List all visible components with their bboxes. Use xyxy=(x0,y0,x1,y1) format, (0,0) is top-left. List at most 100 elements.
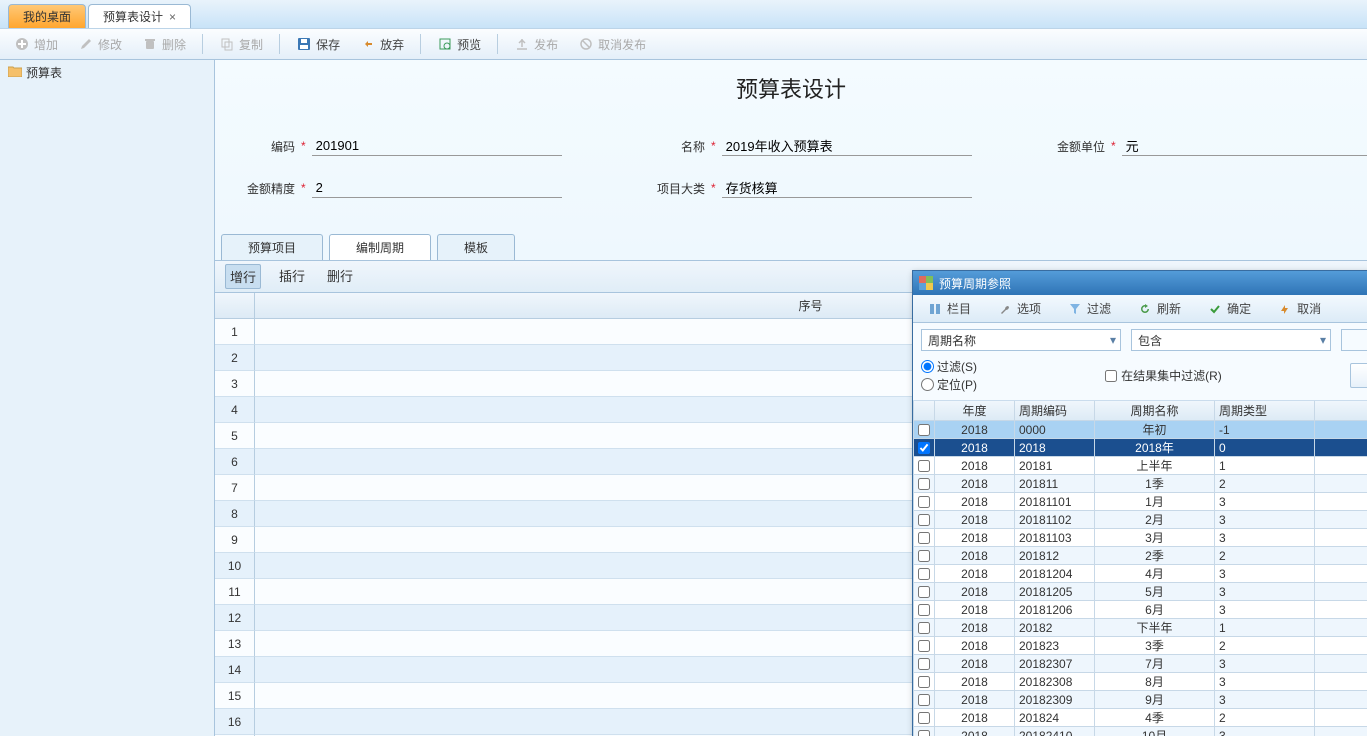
row-checkbox[interactable] xyxy=(913,547,935,565)
period-row[interactable]: 20182018241010月3 xyxy=(913,727,1367,736)
period-row[interactable]: 2018201812055月3 xyxy=(913,583,1367,601)
separator xyxy=(279,34,280,54)
filter-op-combo[interactable]: 包含 ▾ xyxy=(1131,329,1331,351)
cell-name: 年初 xyxy=(1095,421,1215,439)
col-type: 周期类型 xyxy=(1215,401,1315,421)
period-row[interactable]: 2018201812066月3 xyxy=(913,601,1367,619)
copy-icon xyxy=(219,36,235,52)
period-row[interactable]: 2018201823099月3 xyxy=(913,691,1367,709)
chk-in-results[interactable]: 在结果集中过滤(R) xyxy=(1105,367,1222,384)
dlg-btn-filter[interactable]: 过滤 xyxy=(1059,298,1119,319)
filter-field-combo[interactable]: 周期名称 ▾ xyxy=(921,329,1121,351)
row-checkbox[interactable] xyxy=(913,493,935,511)
subtab-period[interactable]: 编制周期 xyxy=(329,234,431,260)
row-checkbox[interactable] xyxy=(913,691,935,709)
delete-button[interactable]: 删除 xyxy=(134,34,194,55)
cell-code: 20181103 xyxy=(1015,529,1095,547)
required-mark: * xyxy=(705,181,722,195)
period-row[interactable]: 201820181上半年1 xyxy=(913,457,1367,475)
row-checkbox[interactable] xyxy=(913,421,935,439)
dlg-btn-ok[interactable]: 确定 xyxy=(1199,298,1259,319)
period-row[interactable]: 2018201811022月3 xyxy=(913,511,1367,529)
grid-btn-insrow[interactable]: 插行 xyxy=(275,264,309,289)
input-code[interactable] xyxy=(312,136,562,156)
row-checkbox[interactable] xyxy=(913,439,935,457)
page-title: 预算表设计 xyxy=(215,60,1367,106)
check-icon xyxy=(1207,301,1223,317)
preview-button[interactable]: 预览 xyxy=(429,34,489,55)
row-number: 8 xyxy=(215,501,255,527)
close-icon[interactable]: × xyxy=(169,10,176,24)
row-checkbox[interactable] xyxy=(913,709,935,727)
cell-code: 2018 xyxy=(1015,439,1095,457)
publish-button[interactable]: 发布 xyxy=(506,34,566,55)
dlg-btn-refresh[interactable]: 刷新 xyxy=(1129,298,1189,319)
tree-node-budget[interactable]: 预算表 xyxy=(0,60,214,85)
cell-code: 20182309 xyxy=(1015,691,1095,709)
row-checkbox[interactable] xyxy=(913,529,935,547)
row-number: 10 xyxy=(215,553,255,579)
row-checkbox[interactable] xyxy=(913,673,935,691)
row-checkbox[interactable] xyxy=(913,457,935,475)
row-checkbox[interactable] xyxy=(913,511,935,529)
radio-filter[interactable]: 过滤(S) xyxy=(921,358,977,375)
tab-budget-design[interactable]: 预算表设计 × xyxy=(88,4,191,28)
tab-desktop[interactable]: 我的桌面 xyxy=(8,4,86,28)
tree-node-label: 预算表 xyxy=(26,64,62,81)
period-row[interactable]: 201820182018年0 xyxy=(913,439,1367,457)
chevron-down-icon: ▾ xyxy=(1320,333,1326,347)
separator xyxy=(202,34,203,54)
abandon-button[interactable]: 放弃 xyxy=(352,34,412,55)
trash-icon xyxy=(142,36,158,52)
filter-mode-radio-group: 过滤(S) 定位(P) xyxy=(921,357,977,394)
edit-button[interactable]: 修改 xyxy=(70,34,130,55)
period-row[interactable]: 201820182下半年1 xyxy=(913,619,1367,637)
period-row[interactable]: 20182018244季2 xyxy=(913,709,1367,727)
period-row[interactable]: 20182018111季2 xyxy=(913,475,1367,493)
cell-year: 2018 xyxy=(935,727,1015,736)
dialog-titlebar[interactable]: 预算周期参照 ▢ ✕ xyxy=(913,271,1367,295)
publish-icon xyxy=(514,36,530,52)
period-row[interactable]: 20182018233季2 xyxy=(913,637,1367,655)
grid-btn-addrow[interactable]: 增行 xyxy=(225,264,261,289)
period-row[interactable]: 2018201812044月3 xyxy=(913,565,1367,583)
period-row[interactable]: 2018201823077月3 xyxy=(913,655,1367,673)
row-checkbox[interactable] xyxy=(913,475,935,493)
radio-locate[interactable]: 定位(P) xyxy=(921,376,977,393)
dlg-btn-options[interactable]: 选项 xyxy=(989,298,1049,319)
period-row[interactable]: 20182018122季2 xyxy=(913,547,1367,565)
row-checkbox[interactable] xyxy=(913,655,935,673)
row-checkbox[interactable] xyxy=(913,619,935,637)
input-unit[interactable] xyxy=(1122,136,1367,156)
row-number: 2 xyxy=(215,345,255,371)
period-row[interactable]: 2018201811033月3 xyxy=(913,529,1367,547)
row-checkbox[interactable] xyxy=(913,727,935,736)
filter-value-input[interactable] xyxy=(1341,329,1367,351)
row-checkbox[interactable] xyxy=(913,601,935,619)
add-button[interactable]: 增加 xyxy=(6,34,66,55)
input-category[interactable] xyxy=(722,178,972,198)
period-row[interactable]: 2018201823088月3 xyxy=(913,673,1367,691)
save-button[interactable]: 保存 xyxy=(288,34,348,55)
row-number: 11 xyxy=(215,579,255,605)
row-checkbox[interactable] xyxy=(913,583,935,601)
columns-icon xyxy=(927,301,943,317)
subtab-items[interactable]: 预算项目 xyxy=(221,234,323,260)
input-name[interactable] xyxy=(722,136,972,156)
row-checkbox[interactable] xyxy=(913,637,935,655)
cell-year: 2018 xyxy=(935,709,1015,727)
cell-name: 4季 xyxy=(1095,709,1215,727)
folder-icon xyxy=(8,65,22,80)
period-row[interactable]: 2018201811011月3 xyxy=(913,493,1367,511)
tab-label: 我的桌面 xyxy=(23,8,71,25)
btn-all[interactable]: 全部(A) xyxy=(1350,363,1367,388)
dlg-btn-columns[interactable]: 栏目 xyxy=(919,298,979,319)
unpublish-button[interactable]: 取消发布 xyxy=(570,34,654,55)
dlg-btn-cancel[interactable]: 取消 xyxy=(1269,298,1329,319)
input-precision[interactable] xyxy=(312,178,562,198)
period-row[interactable]: 20180000年初-1 xyxy=(913,421,1367,439)
subtab-template[interactable]: 模板 xyxy=(437,234,515,260)
sidebar: 预算表 xyxy=(0,60,215,736)
row-checkbox[interactable] xyxy=(913,565,935,583)
copy-button[interactable]: 复制 xyxy=(211,34,271,55)
